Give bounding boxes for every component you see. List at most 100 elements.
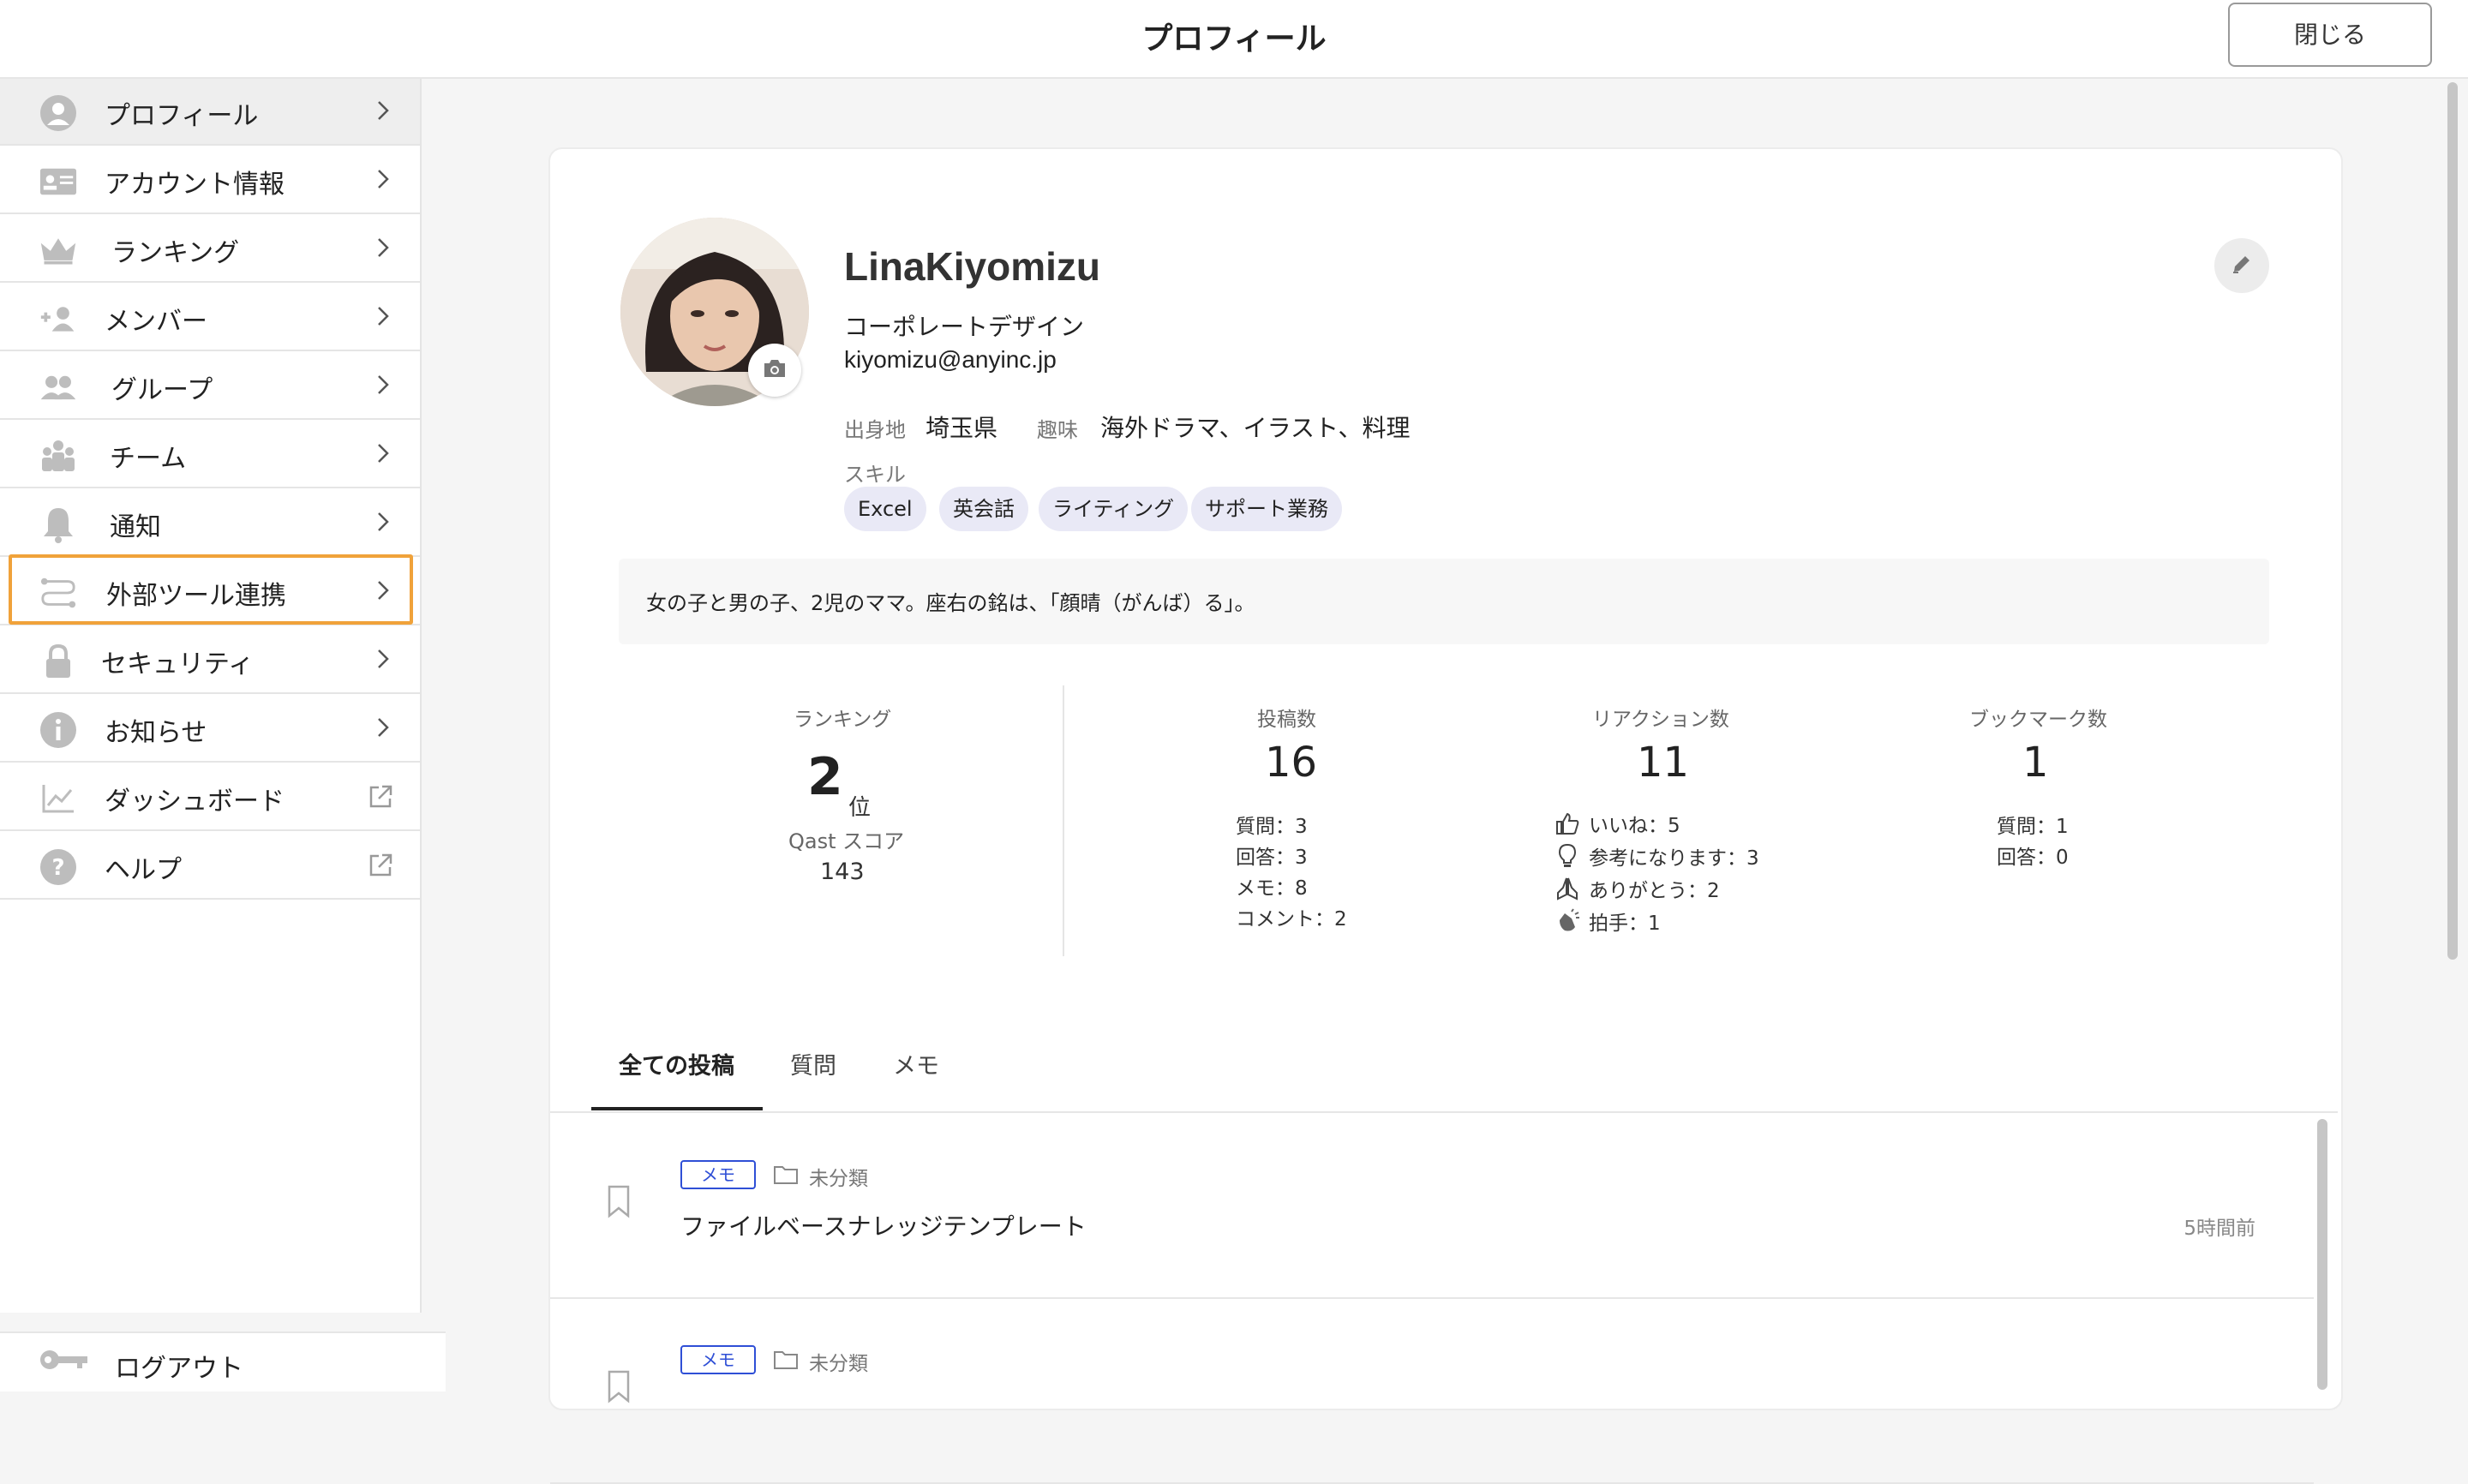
help-icon: ? xyxy=(39,848,77,886)
sidebar-item-label: ダッシュボード xyxy=(105,787,285,817)
tab-all-posts[interactable]: 全ての投稿 xyxy=(619,1047,734,1080)
profile-bio: 女の子と男の子、2児のママ。座右の銘は、「顔晴（がんば）る」。 xyxy=(619,559,2269,644)
sidebar-item-label: お知らせ xyxy=(105,718,207,748)
thumbs-up-icon xyxy=(1553,809,1582,838)
sidebar-item-label: メンバー xyxy=(105,307,207,337)
sidebar-item-label: チーム xyxy=(110,444,187,474)
hobby-value: 海外ドラマ、イラスト、料理 xyxy=(1100,414,1411,442)
ranking-value: 2 xyxy=(807,747,843,807)
skill-tag[interactable]: Excel xyxy=(844,487,926,531)
hometown-value: 埼玉県 xyxy=(926,414,998,442)
bio-text: 女の子と男の子、2児のママ。座右の銘は、「顔晴（がんば）る」。 xyxy=(646,591,1255,615)
main-scrollbar[interactable] xyxy=(2447,82,2458,960)
pencil-icon xyxy=(2231,253,2253,278)
sidebar-item-groups[interactable]: グループ xyxy=(0,353,420,420)
sidebar-item-team[interactable]: チーム xyxy=(0,422,420,488)
sidebar-item-help[interactable]: ? ヘルプ xyxy=(0,833,420,900)
skill-tag[interactable]: 英会話 xyxy=(939,487,1028,531)
post-time: 5時間前 xyxy=(2183,1218,2255,1240)
camera-icon xyxy=(763,358,787,382)
chevron-right-icon xyxy=(370,509,396,535)
stats-divider xyxy=(1063,685,1064,956)
sidebar-item-ranking[interactable]: ランキング xyxy=(0,216,420,283)
chevron-right-icon xyxy=(370,715,396,740)
add-user-icon xyxy=(39,300,77,338)
tab-questions[interactable]: 質問 xyxy=(790,1047,836,1080)
integration-icon xyxy=(39,574,77,612)
sidebar: プロフィール アカウント情報 ランキング メンバー グループ チーム 通知 外部… xyxy=(0,79,422,1313)
sidebar-item-label: 通知 xyxy=(110,512,161,542)
sidebar-item-integrations[interactable]: 外部ツール連携 xyxy=(0,559,420,625)
sidebar-item-label: ランキング xyxy=(111,238,240,268)
active-tab-indicator xyxy=(591,1107,763,1110)
folder-icon xyxy=(773,1349,799,1371)
ranking-label: ランキング xyxy=(794,709,892,731)
sidebar-item-label: グループ xyxy=(111,375,213,405)
posts-breakdown-item: メモ：8 xyxy=(1236,877,1308,900)
user-circle-icon xyxy=(39,94,77,132)
post-category: 未分類 xyxy=(809,1168,868,1190)
sidebar-item-label: プロフィール xyxy=(105,101,259,131)
bookmark-icon[interactable] xyxy=(605,1184,632,1218)
post-type-badge: メモ xyxy=(680,1345,756,1374)
profile-department: コーポレートデザイン xyxy=(844,313,1085,341)
score-label: Qast スコア xyxy=(788,829,905,853)
tabs-baseline xyxy=(550,1111,2338,1113)
posts-breakdown-item: 質問：3 xyxy=(1236,816,1308,838)
list-item[interactable]: メモ 未分類 ファイルベースナレッジテンプレート 5時間前 xyxy=(550,1114,2314,1299)
chevron-right-icon xyxy=(370,577,396,603)
bookmarks-label: ブックマーク数 xyxy=(1969,709,2107,731)
praying-hands-icon xyxy=(1553,874,1582,903)
group-icon xyxy=(39,368,77,406)
post-category: 未分類 xyxy=(809,1353,868,1375)
sidebar-item-label: アカウント情報 xyxy=(105,170,285,200)
reaction-like: いいね：5 xyxy=(1553,809,1680,838)
sidebar-item-profile[interactable]: プロフィール xyxy=(0,79,420,146)
chevron-right-icon xyxy=(370,98,396,123)
svg-text:?: ? xyxy=(51,855,64,881)
reaction-text: いいね：5 xyxy=(1589,815,1680,837)
sidebar-item-account[interactable]: アカウント情報 xyxy=(0,147,420,214)
list-scrollbar[interactable] xyxy=(2317,1119,2327,1390)
sidebar-item-security[interactable]: セキュリティ xyxy=(0,627,420,694)
key-icon xyxy=(39,1347,91,1376)
sidebar-item-dashboard[interactable]: ダッシュボード xyxy=(0,764,420,831)
close-button[interactable]: 閉じる xyxy=(2228,3,2432,67)
chevron-right-icon xyxy=(370,166,396,192)
change-photo-button[interactable] xyxy=(748,344,801,397)
reaction-thanks: ありがとう：2 xyxy=(1553,874,1720,903)
skills-label: スキル xyxy=(844,463,906,487)
posts-breakdown-item: コメント：2 xyxy=(1236,908,1347,930)
info-icon xyxy=(39,711,77,749)
sidebar-item-members[interactable]: メンバー xyxy=(0,284,420,351)
profile-email: kiyomizu@anyinc.jp xyxy=(844,346,1057,373)
bookmarks-breakdown-item: 質問：1 xyxy=(1997,816,2069,838)
team-icon xyxy=(39,437,77,475)
page-title: プロフィール xyxy=(1141,21,1327,57)
clap-icon xyxy=(1553,907,1582,936)
sidebar-item-news[interactable]: お知らせ xyxy=(0,696,420,763)
tab-memos[interactable]: メモ xyxy=(893,1047,939,1080)
folder-icon xyxy=(773,1164,799,1186)
logout-button[interactable]: ログアウト xyxy=(0,1331,446,1391)
profile-name: LinaKiyomizu xyxy=(844,244,1101,289)
reaction-helpful: 参考になります：3 xyxy=(1553,841,1759,871)
external-link-icon xyxy=(367,852,394,879)
bookmark-icon[interactable] xyxy=(605,1369,632,1403)
edit-profile-button[interactable] xyxy=(2214,238,2269,293)
post-title[interactable]: ファイルベースナレッジテンプレート xyxy=(680,1208,1087,1242)
lightbulb-icon xyxy=(1553,841,1582,871)
skill-tag[interactable]: サポート業務 xyxy=(1191,487,1342,531)
sidebar-item-notifications[interactable]: 通知 xyxy=(0,490,420,557)
list-item[interactable]: メモ 未分類 xyxy=(550,1299,2314,1484)
sidebar-item-label: 外部ツール連携 xyxy=(106,581,286,611)
bookmarks-breakdown-item: 回答：0 xyxy=(1997,847,2069,869)
chevron-right-icon xyxy=(370,303,396,329)
posts-value: 16 xyxy=(1265,739,1318,787)
crown-icon xyxy=(39,231,77,269)
skill-tag[interactable]: ライティング xyxy=(1039,487,1189,531)
top-header: プロフィール 閉じる xyxy=(0,0,2468,79)
chevron-right-icon xyxy=(370,646,396,672)
chart-icon xyxy=(39,780,77,817)
reaction-text: 拍手：1 xyxy=(1589,913,1661,935)
